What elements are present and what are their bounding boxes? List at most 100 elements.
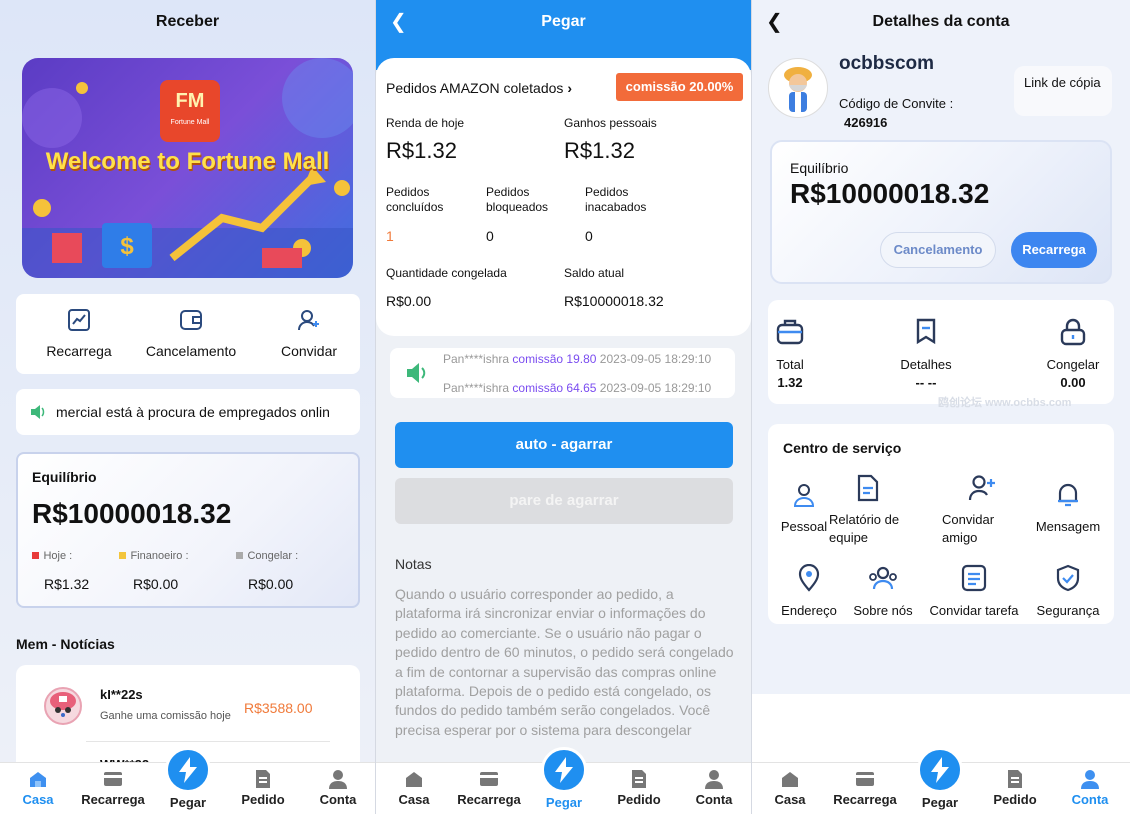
cancel-action[interactable]: Cancelamento	[136, 308, 246, 359]
chart-icon	[68, 309, 90, 331]
summary-card: Total 1.32 Detalhes -- -- Congelar 0.00 …	[768, 300, 1114, 409]
stat-frozen: Congelar : R$0.00	[236, 546, 346, 592]
bell-icon	[1058, 483, 1078, 507]
current-value: R$10000018.32	[564, 293, 664, 309]
tab-grab[interactable]: Pegar	[529, 747, 599, 814]
stats-card: Pedidos AMAZON coletados › comissão 20.0…	[376, 58, 751, 336]
tab-account[interactable]: Conta	[679, 769, 749, 807]
summary-details[interactable]: Detalhes -- --	[886, 318, 966, 390]
personal-label: Ganhos pessoais	[564, 116, 657, 130]
back-icon[interactable]: ❮	[390, 0, 407, 44]
summary-label: Congelar	[1046, 357, 1100, 372]
invite-code: 426916	[844, 115, 888, 130]
card-icon	[104, 772, 122, 786]
quick-actions: Recarrega Cancelamento Convidar	[16, 294, 360, 374]
stop-grab-button[interactable]: pare de agarrar	[395, 478, 733, 524]
tab-label: Casa	[398, 792, 430, 807]
service-message[interactable]: Mensagem	[1030, 482, 1106, 534]
back-icon[interactable]: ❮	[766, 0, 783, 44]
briefcase-icon	[776, 319, 804, 345]
news-amount: R$3588.00	[244, 700, 313, 716]
tab-bar: Casa Recarrega Pegar Pedido Conta	[0, 747, 375, 814]
promo-banner[interactable]: $ FM Fortune Mall Welcome to Fortune Mal…	[22, 58, 353, 278]
tab-account[interactable]: Conta	[303, 769, 373, 807]
task-icon	[961, 564, 987, 592]
summary-total[interactable]: Total 1.32	[776, 318, 804, 390]
collected-label[interactable]: Pedidos AMAZON coletados ›	[386, 80, 572, 96]
lock-icon	[1060, 318, 1086, 346]
service-label: Segurança	[1036, 603, 1100, 618]
card-icon	[856, 772, 874, 786]
page-title: Pegar	[541, 13, 586, 30]
news-title: Mem - Notícias	[16, 636, 115, 652]
orders-unfinished-value: 0	[585, 228, 593, 244]
service-team-report[interactable]: Relatório de equipe	[828, 474, 908, 547]
service-label: Convidar tarefa	[929, 603, 1019, 618]
tab-recharge[interactable]: Recarrega	[78, 769, 148, 807]
balance-card: Equilíbrio R$10000018.32 Cancelamento Re…	[770, 140, 1112, 284]
cancel-button[interactable]: Cancelamento	[880, 232, 996, 268]
user-icon	[1081, 770, 1099, 789]
tab-orders[interactable]: Pedido	[980, 769, 1050, 807]
tab-label: Pegar	[921, 795, 959, 810]
service-invite-friend[interactable]: Convidar amigo	[942, 474, 1022, 547]
tab-label: Pedido	[617, 792, 661, 807]
tab-label: Casa	[22, 792, 54, 807]
service-invite-task[interactable]: Convidar tarefa	[924, 564, 1024, 618]
summary-value: 0.00	[1060, 375, 1086, 390]
page-title: Detalhes da conta	[872, 13, 1010, 30]
tab-orders[interactable]: Pedido	[228, 769, 298, 807]
balance-value: R$10000018.32	[32, 498, 232, 529]
lightning-button[interactable]	[165, 747, 211, 793]
recharge-action[interactable]: Recarrega	[26, 308, 132, 359]
notes-title: Notas	[395, 556, 432, 572]
service-label: Mensagem	[1035, 519, 1101, 534]
recharge-button[interactable]: Recarrega	[1011, 232, 1097, 268]
tab-home[interactable]: Casa	[3, 769, 73, 807]
copy-link-button[interactable]: Link de cópia	[1014, 66, 1112, 116]
list-item: kI**22s Ganhe uma comissão hoje R$3588.0…	[16, 665, 360, 742]
tab-label: Casa	[774, 792, 806, 807]
tab-recharge[interactable]: Recarrega	[454, 769, 524, 807]
feed-amount: 64.65	[566, 381, 597, 395]
tab-grab[interactable]: Pegar	[905, 747, 975, 814]
stat-value: R$0.00	[133, 576, 179, 592]
tab-grab[interactable]: Pegar	[153, 747, 223, 814]
service-personal[interactable]: Pessoal	[774, 482, 834, 534]
service-address[interactable]: Endereço	[774, 563, 844, 618]
summary-frozen[interactable]: Congelar 0.00	[1038, 318, 1108, 390]
tab-orders[interactable]: Pedido	[604, 769, 674, 807]
service-center: Centro de serviço Pessoal Relatório de e…	[768, 424, 1114, 624]
speaker-icon	[31, 405, 45, 419]
lightning-button[interactable]	[541, 747, 587, 793]
service-security[interactable]: Segurança	[1030, 564, 1106, 618]
auto-grab-button[interactable]: auto - agarrar	[395, 422, 733, 468]
tab-recharge[interactable]: Recarrega	[830, 769, 900, 807]
feed-item: Pan****ishra comissão 19.80 2023-09-05 1…	[443, 352, 711, 366]
collected-text: Pedidos AMAZON coletados	[386, 80, 564, 96]
logo-text: Fortune Mall	[170, 119, 210, 126]
tab-home[interactable]: Casa	[755, 769, 825, 807]
group-icon	[869, 566, 897, 590]
lightning-button[interactable]	[917, 747, 963, 793]
bookmark-icon	[916, 318, 936, 345]
watermark: 鸥创论坛 www.ocbbs.com	[938, 397, 1072, 409]
current-label: Saldo atual	[564, 266, 625, 280]
lightning-icon	[555, 757, 573, 783]
frozen-label: Quantidade congelada	[386, 266, 507, 280]
grab-panel: Pegar ❮ Pedidos AMAZON coletados › comis…	[376, 0, 751, 814]
feed-label: comissão	[512, 352, 564, 366]
invite-action[interactable]: Convidar	[256, 308, 362, 359]
speaker-icon	[407, 363, 426, 383]
tab-label: Conta	[319, 792, 357, 807]
user-icon	[329, 770, 347, 789]
orders-done-value: 1	[386, 228, 394, 244]
lightning-icon	[931, 757, 949, 783]
frozen-value: R$0.00	[386, 293, 432, 309]
feed-label: comissão	[512, 381, 564, 395]
tab-account[interactable]: Conta	[1055, 769, 1125, 807]
service-about[interactable]: Sobre nós	[848, 564, 918, 618]
tab-home[interactable]: Casa	[379, 769, 449, 807]
summary-value: -- --	[915, 375, 937, 390]
stat-financial: Finanoeiro : R$0.00	[119, 546, 229, 592]
